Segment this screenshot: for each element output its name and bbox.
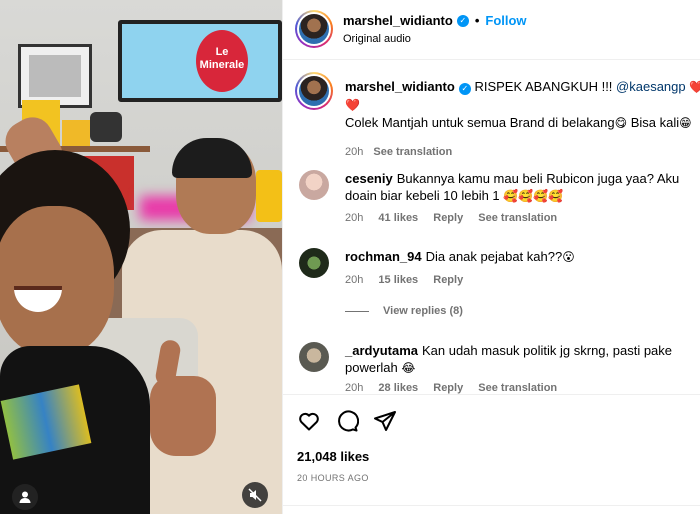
thumbs-up-hand bbox=[150, 376, 216, 456]
post-header: marshel_widianto ✓ • Follow Original aud… bbox=[283, 0, 700, 60]
commenter-avatar[interactable] bbox=[299, 342, 329, 372]
like-heart-icon[interactable] bbox=[297, 409, 321, 433]
caption-time[interactable]: 20h bbox=[345, 146, 363, 158]
surprised-emoji-icon: 😮 bbox=[562, 250, 575, 264]
caption-mention[interactable]: @kaesangp bbox=[616, 79, 686, 94]
add-comment-bar[interactable] bbox=[283, 505, 700, 514]
author-username[interactable]: marshel_widianto bbox=[343, 13, 453, 28]
commenter-username[interactable]: ceseniy bbox=[345, 171, 393, 186]
caption-username[interactable]: marshel_widianto bbox=[345, 79, 455, 94]
caption-see-translation[interactable]: See translation bbox=[373, 146, 452, 158]
laughing-emoji-icon: 😂 bbox=[401, 361, 416, 375]
caption-line3-suffix: Bisa kali bbox=[627, 115, 680, 130]
comment-time[interactable]: 20h bbox=[345, 382, 363, 394]
comment-time[interactable]: 20h bbox=[345, 274, 363, 286]
reel-video[interactable]: Le Minerale bbox=[0, 0, 282, 514]
commenter-avatar[interactable] bbox=[299, 248, 329, 278]
tagged-user-icon[interactable] bbox=[12, 484, 38, 510]
person-left-face bbox=[0, 206, 114, 356]
post-actions: 21,048 likes 20 HOURS AGO bbox=[283, 394, 700, 514]
caption-avatar[interactable] bbox=[295, 72, 333, 110]
view-replies-label: View replies (8) bbox=[383, 305, 463, 317]
smiling-hearts-emoji-icon: 🥰🥰🥰🥰 bbox=[503, 189, 564, 203]
comment-meta: 20h 28 likes Reply See translation bbox=[345, 382, 557, 394]
comment-see-translation[interactable]: See translation bbox=[478, 212, 557, 224]
author-avatar[interactable] bbox=[295, 10, 333, 48]
commenter-username[interactable]: _ardyutama bbox=[345, 343, 418, 358]
comment-text: Dia anak pejabat kah?? bbox=[425, 249, 563, 264]
comment-meta: 20h 41 likes Reply See translation bbox=[345, 212, 557, 224]
yellow-speaker bbox=[256, 170, 282, 222]
commenter-avatar[interactable] bbox=[299, 170, 329, 200]
caption-line3: Colek Mantjah untuk semua Brand di belak… bbox=[345, 115, 615, 130]
post-timestamp[interactable]: 20 HOURS AGO bbox=[297, 473, 369, 483]
grin-emoji-icon: 😁 bbox=[679, 116, 692, 130]
comment-reply-button[interactable]: Reply bbox=[433, 274, 463, 286]
caption-line1: RISPEK ABANGKUH !!! bbox=[474, 79, 617, 94]
comments-section[interactable]: marshel_widianto ✓ RISPEK ABANGKUH !!! @k… bbox=[283, 60, 700, 394]
comment-likes[interactable]: 15 likes bbox=[378, 274, 418, 286]
heart-emoji-icon: ❤️❤️ bbox=[689, 80, 700, 94]
comment-reply-button[interactable]: Reply bbox=[433, 212, 463, 224]
separator-dot: • bbox=[474, 13, 480, 28]
comment-meta: 20h 15 likes Reply bbox=[345, 274, 463, 286]
view-replies-button[interactable]: View replies (8) bbox=[345, 305, 463, 317]
caption-text: marshel_widianto ✓ RISPEK ABANGKUH !!! @k… bbox=[345, 78, 700, 132]
comment-reply-button[interactable]: Reply bbox=[433, 382, 463, 394]
tv-logo: Le Minerale bbox=[196, 30, 248, 92]
verified-badge-icon: ✓ bbox=[456, 14, 469, 27]
comment-see-translation[interactable]: See translation bbox=[478, 382, 557, 394]
tv-screen: Le Minerale bbox=[118, 20, 282, 102]
heart-emoji-icon: ❤️ bbox=[345, 98, 360, 112]
likes-count[interactable]: 21,048 likes bbox=[297, 449, 369, 464]
yellow-box-small bbox=[62, 120, 90, 146]
verified-badge-icon: ✓ bbox=[458, 83, 471, 95]
table-clock bbox=[90, 112, 122, 142]
comment-likes[interactable]: 41 likes bbox=[378, 212, 418, 224]
mute-icon[interactable] bbox=[242, 482, 268, 508]
audio-label[interactable]: Original audio bbox=[343, 33, 411, 45]
action-icons bbox=[297, 409, 397, 433]
commenter-username[interactable]: rochman_94 bbox=[345, 249, 422, 264]
comment-likes[interactable]: 28 likes bbox=[378, 382, 418, 394]
replies-divider bbox=[345, 310, 369, 312]
wall-poster bbox=[18, 44, 92, 108]
share-paper-plane-icon[interactable] bbox=[373, 409, 397, 433]
comment-bubble-icon[interactable] bbox=[335, 409, 359, 433]
yum-emoji-icon: 😋 bbox=[614, 116, 628, 130]
comment-time[interactable]: 20h bbox=[345, 212, 363, 224]
post-panel: marshel_widianto ✓ • Follow Original aud… bbox=[282, 0, 700, 514]
follow-button[interactable]: Follow bbox=[485, 13, 526, 28]
caption-meta: 20h See translation bbox=[345, 146, 452, 158]
